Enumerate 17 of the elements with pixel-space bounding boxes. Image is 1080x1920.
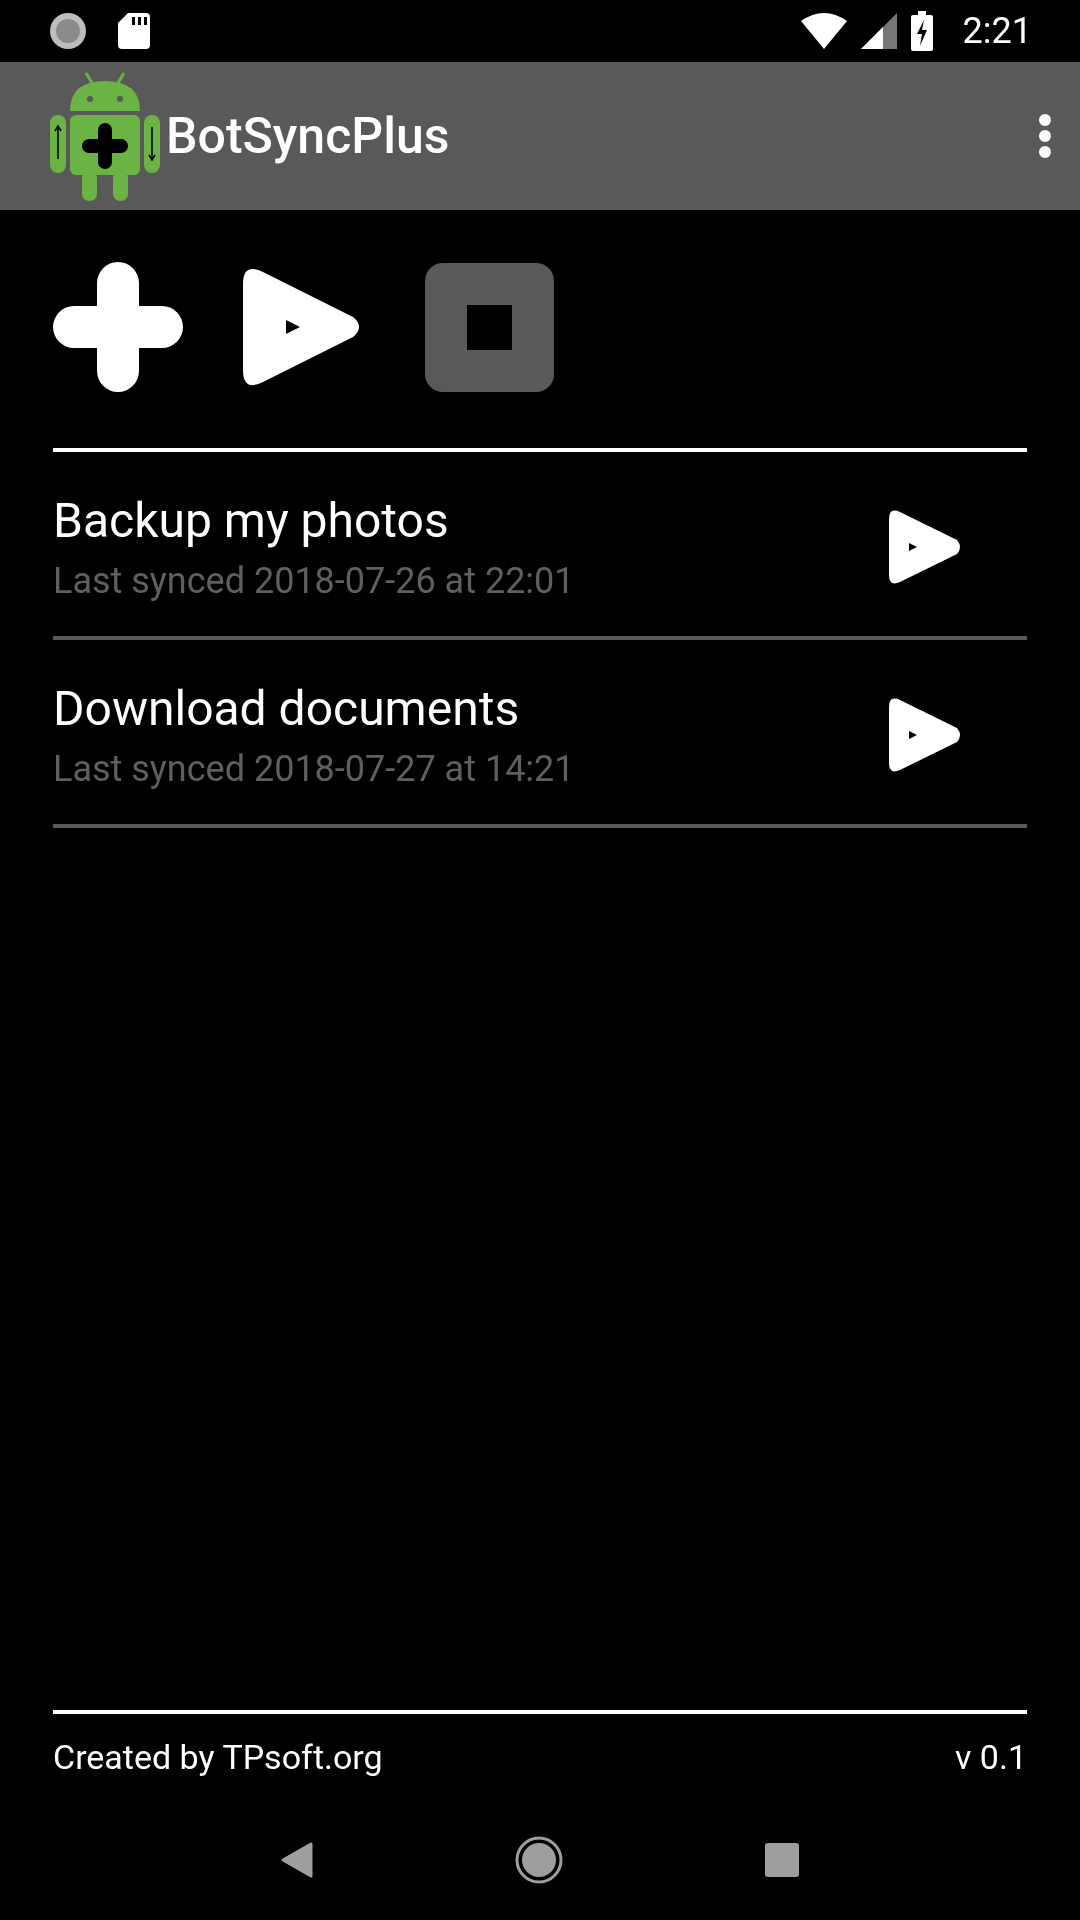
more-options-icon[interactable] — [1038, 114, 1052, 158]
sync-spinner-icon — [48, 11, 88, 51]
add-icon[interactable] — [53, 262, 183, 392]
app-title: BotSyncPlus — [166, 105, 450, 167]
clock-time: 2:21 — [962, 9, 1032, 54]
credit-text: Created by TPsoft.org — [53, 1735, 383, 1779]
last-synced-text: Last synced 2018-07-26 at 22:01 — [53, 558, 576, 604]
home-icon[interactable] — [515, 1836, 563, 1884]
wifi-icon — [800, 13, 847, 49]
signal-icon — [860, 13, 897, 49]
sd-card-icon — [118, 13, 150, 49]
task-name: Backup my photos — [53, 490, 450, 551]
last-synced-text: Last synced 2018-07-27 at 14:21 — [53, 746, 576, 792]
version-text: v 0.1 — [954, 1735, 1027, 1779]
battery-charging-icon — [910, 11, 933, 51]
back-icon[interactable] — [281, 1842, 313, 1878]
task-name: Download documents — [53, 678, 521, 739]
